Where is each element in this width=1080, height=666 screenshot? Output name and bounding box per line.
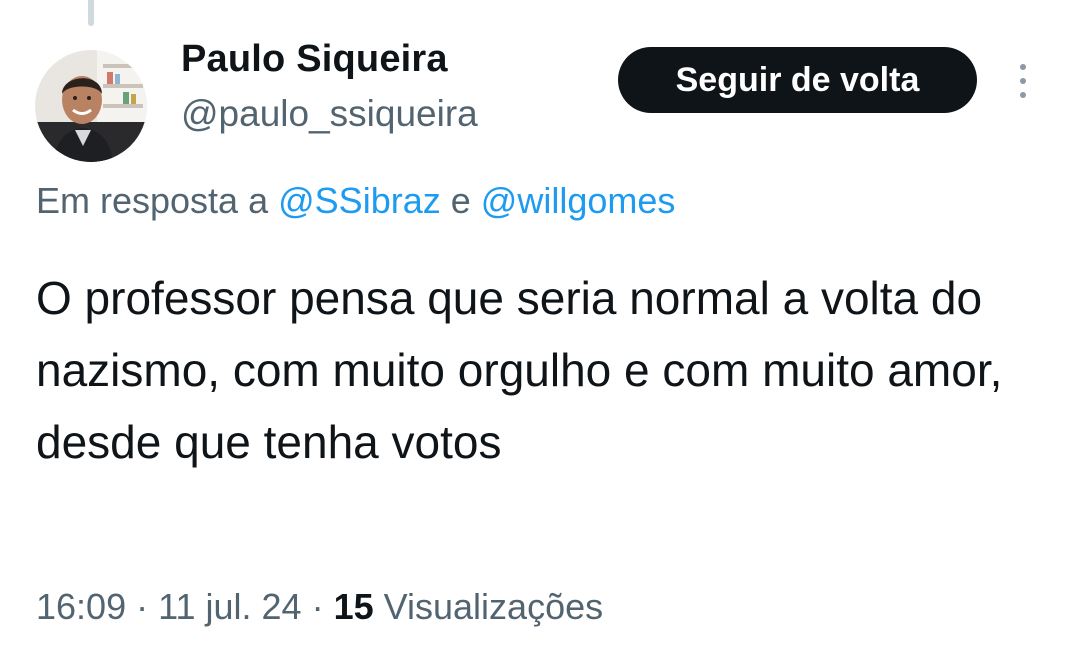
views-label: Visualizações bbox=[383, 586, 604, 627]
tweet-metadata: 16:09 · 11 jul. 24 · 15 Visualizações bbox=[36, 586, 603, 628]
avatar[interactable] bbox=[35, 50, 147, 162]
views-count: 15 bbox=[333, 586, 374, 627]
thread-connector-line bbox=[88, 0, 94, 26]
author-handle[interactable]: @paulo_ssiqueira bbox=[181, 93, 478, 135]
reply-joiner: e bbox=[450, 180, 471, 221]
reply-context: Em resposta a @SSibraz e @willgomes bbox=[36, 180, 675, 222]
tweet-text: O professor pensa que seria normal a vol… bbox=[36, 272, 1003, 468]
avatar-photo bbox=[35, 50, 147, 162]
reply-prefix: Em resposta a bbox=[36, 180, 269, 221]
tweet-date[interactable]: 11 jul. 24 bbox=[158, 586, 301, 627]
mention-link-willgomes[interactable]: @willgomes bbox=[481, 180, 676, 221]
meta-separator: · bbox=[311, 586, 324, 627]
follow-back-button[interactable]: Seguir de volta bbox=[618, 47, 977, 113]
meta-separator: · bbox=[136, 586, 149, 627]
tweet-time[interactable]: 16:09 bbox=[36, 586, 126, 627]
mention-link-ssibraz[interactable]: @SSibraz bbox=[278, 180, 441, 221]
more-vertical-icon[interactable] bbox=[1006, 60, 1040, 102]
author-name[interactable]: Paulo Siqueira bbox=[181, 38, 448, 81]
